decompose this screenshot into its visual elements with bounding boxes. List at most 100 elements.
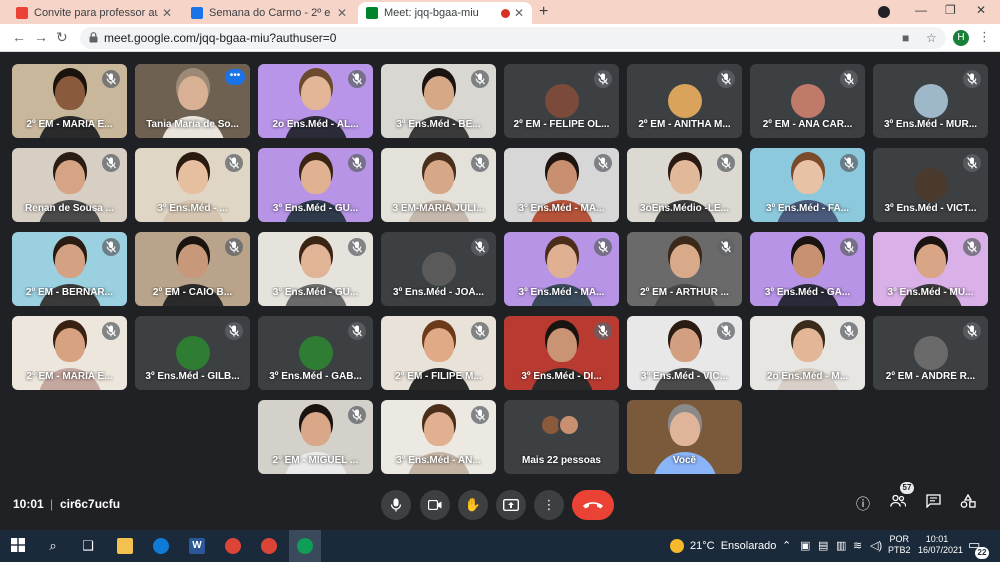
participant-tile[interactable]: 2º EM - BERNAR...	[12, 232, 127, 306]
microphone-icon	[390, 498, 402, 512]
chrome-icon[interactable]	[225, 538, 241, 554]
participant-tile[interactable]: 2º EM - CAIO B...	[135, 232, 250, 306]
participant-name: 3º Ens.Méd - BE...	[396, 119, 481, 130]
close-icon[interactable]: ✕	[337, 6, 347, 20]
participant-tile[interactable]: 3º Ens.Méd - DI...	[504, 316, 619, 390]
more-options-button[interactable]: ⋮	[534, 490, 564, 520]
participant-tile[interactable]: 2º EM - ANITHA M...	[627, 64, 742, 138]
minimize-icon[interactable]: —	[915, 3, 927, 17]
participant-tile[interactable]: 2o Ens.Méd - ÁL...	[258, 64, 373, 138]
participant-tile[interactable]: 3º Ens.Méd - VIC...	[627, 316, 742, 390]
tray-app-icon[interactable]: ▣	[800, 539, 810, 552]
participant-name: 3 EM-MARIA JÚLI...	[392, 203, 485, 214]
browser-menu-icon[interactable]: ⋮	[978, 29, 991, 45]
bookmark-star-icon[interactable]: ☆	[926, 31, 937, 45]
participant-tile[interactable]: 3º Ens.Méd - JOÃ...	[381, 232, 496, 306]
language-indicator[interactable]: POR PTB2	[888, 534, 911, 556]
leave-call-button[interactable]	[572, 490, 614, 520]
participant-tile[interactable]: 3oEns.Médio -LE...	[627, 148, 742, 222]
participant-tile[interactable]: 3º Ens.Méd - AN...	[381, 400, 496, 474]
new-tab-button[interactable]: +	[539, 3, 548, 21]
participant-name: Tania Maria de So...	[146, 119, 239, 130]
participant-tile[interactable]: 3º Ens.Méd - BE...	[381, 64, 496, 138]
mic-off-svg	[229, 325, 239, 337]
participant-tile[interactable]: 3º Ens.Méd - GILB...	[135, 316, 250, 390]
participant-tile[interactable]: Tania Maria de So... •••	[135, 64, 250, 138]
participant-tile[interactable]: 3º Ens.Méd - FA...	[750, 148, 865, 222]
wifi-icon[interactable]: ≋	[853, 539, 862, 552]
participant-tile[interactable]: 3º Ens.Méd - ...	[135, 148, 250, 222]
profile-avatar[interactable]: H	[953, 30, 969, 46]
participant-tile[interactable]: 3º Ens.Méd - GA...	[750, 232, 865, 306]
tray-app-icon[interactable]: ▤	[818, 539, 828, 552]
close-icon[interactable]: ✕	[162, 6, 172, 20]
forward-icon[interactable]: →	[34, 29, 48, 45]
participant-tile[interactable]: 2º EM - ANA CAR...	[750, 64, 865, 138]
volume-icon[interactable]: ◁)	[870, 539, 882, 552]
participant-tile[interactable]: 3º Ens.Méd - MUR...	[873, 64, 988, 138]
participant-name: 2º EM - BERNAR...	[26, 287, 113, 298]
more-participants-tile[interactable]: Mais 22 pessoas	[504, 400, 619, 474]
address-bar[interactable]: meet.google.com/jqq-bgaa-miu?authuser=0 …	[80, 27, 946, 49]
lang-code: POR	[889, 534, 910, 544]
word-icon[interactable]: W	[189, 538, 205, 554]
participant-tile[interactable]: 3º Ens.Méd - MU...	[873, 232, 988, 306]
windows-start-icon[interactable]	[10, 538, 26, 554]
participant-tile[interactable]: 3º Ens.Méd - MA...	[504, 148, 619, 222]
tile-options-button[interactable]: •••	[225, 69, 245, 85]
participant-video-face	[423, 160, 454, 194]
participant-tile[interactable]: 2º EM - ANDRÉ R...	[873, 316, 988, 390]
tab-meet[interactable]: Meet: jqq-bgaa-miu ✕	[358, 2, 532, 24]
participant-tile[interactable]: 3º Ens.Méd - MA...	[504, 232, 619, 306]
participant-tile[interactable]: 3º Ens.Méd - GU...	[258, 232, 373, 306]
tab-search-icon[interactable]	[878, 6, 890, 18]
system-clock[interactable]: 10:01 16/07/2021	[918, 534, 963, 556]
participant-tile[interactable]: 2o Ens.Méd - M...	[750, 316, 865, 390]
participant-tile[interactable]: Renan de Sousa ...	[12, 148, 127, 222]
present-screen-button[interactable]	[496, 490, 526, 520]
meeting-details-icon[interactable]: ⓘ	[856, 494, 870, 514]
raise-hand-button[interactable]: ✋	[458, 490, 488, 520]
maximize-icon[interactable]: ❐	[945, 3, 956, 17]
participant-tile[interactable]: 2º EM - MIGUEL ...	[258, 400, 373, 474]
taskbar-active-app[interactable]	[289, 530, 321, 562]
camera-button[interactable]	[420, 490, 450, 520]
edge-icon[interactable]	[153, 538, 169, 554]
participant-tile[interactable]: 3º Ens.Méd - GAB...	[258, 316, 373, 390]
participant-tile[interactable]: 3º Ens.Méd - VICT...	[873, 148, 988, 222]
activities-icon[interactable]	[960, 493, 976, 511]
back-icon[interactable]: ←	[12, 29, 26, 45]
participant-name: 3º Ens.Méd - MA...	[518, 287, 605, 298]
task-view-icon[interactable]: ❑	[80, 538, 96, 554]
weather-widget[interactable]: 21°C Ensolarado	[690, 540, 776, 552]
participant-tile[interactable]: 3 EM-MARIA JÚLI...	[381, 148, 496, 222]
chat-icon[interactable]	[926, 494, 941, 511]
reload-icon[interactable]: ↻	[56, 29, 68, 46]
mic-off-icon	[963, 322, 981, 340]
search-icon[interactable]: ⌕	[45, 538, 61, 554]
participant-tile[interactable]: 2º EM - FILIPE M...	[381, 316, 496, 390]
camera-in-use-icon[interactable]: ■	[902, 31, 909, 45]
people-icon[interactable]	[890, 494, 907, 510]
file-explorer-icon[interactable]	[117, 538, 133, 554]
participant-name: 3º Ens.Méd - GU...	[272, 203, 359, 214]
participant-tile[interactable]: 2º EM - ARTHUR ...	[627, 232, 742, 306]
microphone-button[interactable]	[381, 490, 411, 520]
participant-name: Renan de Sousa ...	[25, 203, 114, 214]
chevron-up-icon[interactable]: ⌃	[782, 539, 791, 552]
participant-tile[interactable]: 2º EM - MARIA E...	[12, 316, 127, 390]
mic-off-svg	[475, 241, 485, 253]
tray-app-icon[interactable]: ▥	[836, 539, 846, 552]
participant-tile[interactable]: 3º Ens.Méd - GU...	[258, 148, 373, 222]
tab-gmail-invite[interactable]: Convite para professor auxiliar: ✕	[8, 2, 180, 24]
tab-classroom[interactable]: Semana do Carmo - 2º e 3º EM ✕	[183, 2, 355, 24]
participant-tile[interactable]: 2º EM - MARIA E...	[12, 64, 127, 138]
chrome-icon[interactable]	[261, 538, 277, 554]
mic-off-icon	[102, 70, 120, 88]
tab-title: Convite para professor auxiliar:	[34, 7, 158, 19]
participant-tile[interactable]: 2º EM - FELIPE OL...	[504, 64, 619, 138]
window-close-icon[interactable]: ✕	[976, 3, 986, 17]
system-time: 10:01	[925, 534, 949, 544]
self-video-tile[interactable]: Você	[627, 400, 742, 474]
close-icon[interactable]: ✕	[514, 6, 524, 20]
